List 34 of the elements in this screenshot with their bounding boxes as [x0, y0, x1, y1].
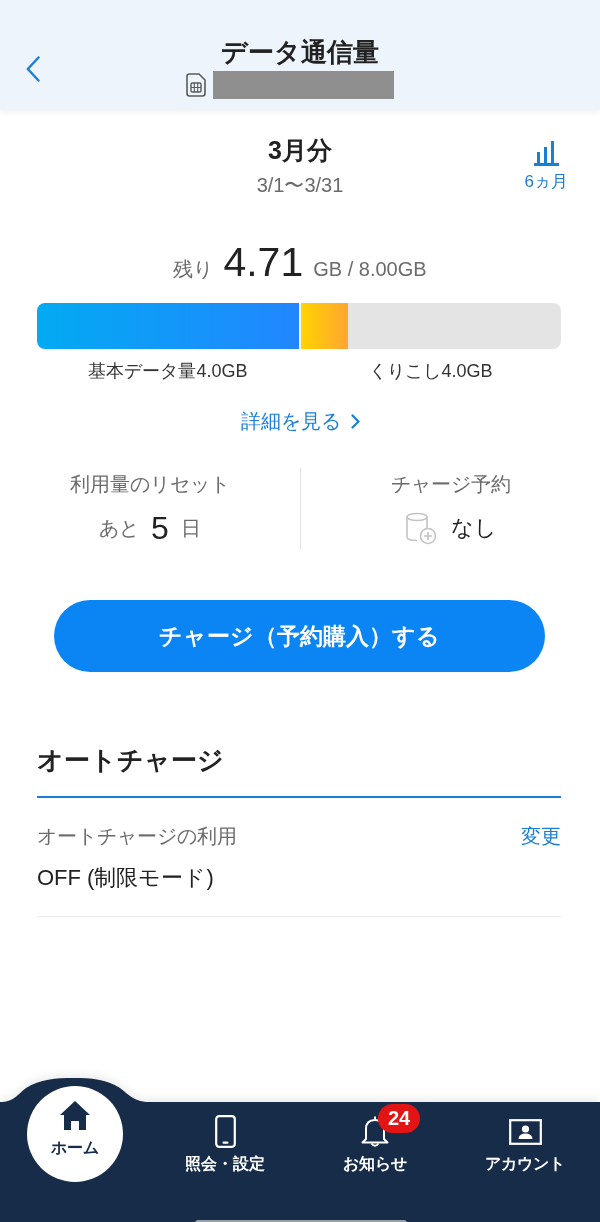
setting-label: オートチャージの利用	[37, 824, 237, 849]
details-link[interactable]: 詳細を見る	[240, 407, 360, 435]
remaining-amount: 4.71	[223, 238, 304, 286]
nav-tab[interactable]: 照会・設定	[169, 1101, 281, 1182]
charge-button[interactable]: チャージ（予約購入）する	[54, 600, 545, 672]
date-range: 3/1〜3/31	[256, 173, 344, 198]
back-button[interactable]	[26, 56, 40, 82]
change-link[interactable]: 変更	[521, 822, 561, 850]
remaining-total: GB / 8.00GB	[313, 257, 427, 282]
segment-label: くりこし4.0GB	[369, 360, 493, 383]
countdown-number: 5	[151, 509, 169, 547]
nav-tab[interactable]: 24 お知らせ	[319, 1101, 431, 1182]
bar-chart-icon	[533, 140, 559, 166]
chevron-left-icon	[26, 56, 40, 82]
bell-icon	[361, 1115, 389, 1148]
stat-title: チャージ予約	[390, 472, 511, 497]
segment-label: 基本データ量4.0GB	[88, 360, 248, 383]
setting-value: OFF (制限モード)	[37, 864, 214, 892]
sim-card-icon	[186, 73, 206, 97]
nav-tab[interactable]: アカウント	[469, 1101, 581, 1182]
history-link[interactable]: 6ヵ月	[524, 140, 568, 198]
id-card-icon	[508, 1118, 542, 1145]
smartphone-icon	[214, 1115, 236, 1148]
countdown-prefix: あと	[99, 515, 140, 541]
home-icon	[59, 1100, 91, 1131]
reservation-status: なし	[450, 514, 497, 542]
page-title: データ通信量	[221, 36, 379, 68]
stat-title: 利用量のリセット	[70, 472, 230, 497]
month-title: 3月分	[268, 135, 332, 166]
remaining-label: 残り	[173, 257, 214, 282]
cylinder-plus-icon	[404, 511, 437, 545]
section-heading: オートチャージ	[37, 744, 225, 777]
chevron-right-icon	[350, 413, 360, 429]
countdown-unit: 日	[180, 515, 201, 541]
